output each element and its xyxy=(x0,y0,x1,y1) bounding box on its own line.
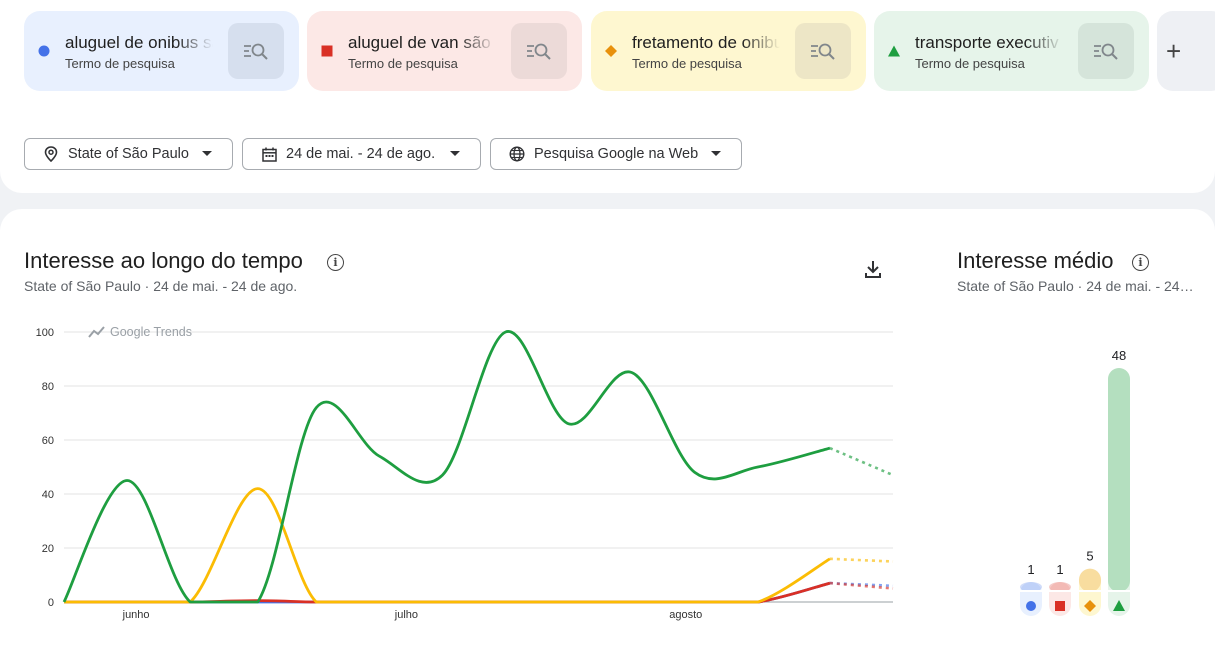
info-icon[interactable]: i xyxy=(327,254,344,271)
series-marker-square-icon xyxy=(321,44,333,57)
series-line xyxy=(62,330,831,604)
interest-over-time-chart: 0 20 40 60 80 100 junho julho agosto Google Trend… xyxy=(36,325,894,621)
search-term-card[interactable]: aluguel de van são p Termo de pesquisa xyxy=(307,11,582,91)
search-term-card[interactable]: transporte executiv Termo de pesquisa xyxy=(874,11,1149,91)
series-line-partial xyxy=(829,581,894,590)
text-fade xyxy=(175,31,220,55)
globe-icon xyxy=(509,146,525,162)
date-range-filter-label: 24 de mai. - 24 de ago. xyxy=(286,146,436,162)
info-icon[interactable]: i xyxy=(1132,254,1149,271)
text-fade xyxy=(458,31,503,55)
y-tick-label: 20 xyxy=(42,543,54,555)
google-trends-watermark: Google Trends xyxy=(110,325,192,339)
add-term-button[interactable]: + xyxy=(1157,11,1215,91)
search-term-type: Termo de pesquisa xyxy=(65,56,175,71)
text-fade xyxy=(1025,31,1070,55)
location-pin-icon xyxy=(43,146,59,162)
date-range-filter[interactable]: 24 de mai. - 24 de ago. xyxy=(242,138,481,170)
search-term-card[interactable]: fretamento de onibu Termo de pesquisa xyxy=(591,11,866,91)
x-tick-label: junho xyxy=(122,609,150,621)
y-tick-label: 60 xyxy=(42,435,54,447)
y-tick-label: 80 xyxy=(42,381,54,393)
average-bar xyxy=(1079,568,1101,592)
download-icon[interactable] xyxy=(863,259,883,279)
series-marker-square-icon xyxy=(1055,601,1065,611)
chevron-down-icon xyxy=(202,151,212,156)
series-line-partial xyxy=(829,557,894,563)
interest-over-time-subtitle: State of São Paulo · 24 de mai. - 24 de … xyxy=(24,278,298,294)
average-bar xyxy=(1108,368,1130,592)
y-tick-label: 0 xyxy=(48,597,54,609)
average-bar-value: 1 xyxy=(1056,562,1063,577)
explore-search-icon[interactable] xyxy=(228,23,284,79)
x-tick-label: julho xyxy=(394,609,418,621)
search-term-type: Termo de pesquisa xyxy=(632,56,742,71)
average-interest-subtitle: State of São Paulo · 24 de mai. - 24… xyxy=(957,278,1194,294)
chevron-down-icon xyxy=(450,151,460,156)
chevron-down-icon xyxy=(711,151,721,156)
location-filter[interactable]: State of São Paulo xyxy=(24,138,233,170)
average-bar-value: 1 xyxy=(1027,562,1034,577)
explore-search-icon[interactable] xyxy=(511,23,567,79)
series-marker-diamond-icon xyxy=(605,44,617,57)
y-tick-label: 100 xyxy=(36,327,54,339)
average-bar-value: 48 xyxy=(1112,348,1126,363)
search-property-filter[interactable]: Pesquisa Google na Web xyxy=(490,138,742,170)
average-interest-chart: 1 1 5 48 xyxy=(1020,348,1130,616)
series-line-partial xyxy=(829,446,894,477)
calendar-icon xyxy=(261,146,277,162)
text-fade xyxy=(742,31,787,55)
y-tick-label: 40 xyxy=(42,489,54,501)
search-term-type: Termo de pesquisa xyxy=(348,56,458,71)
search-property-filter-label: Pesquisa Google na Web xyxy=(534,146,699,162)
x-tick-label: agosto xyxy=(669,609,702,621)
average-bar-value: 5 xyxy=(1086,549,1093,564)
interest-over-time-title: Interesse ao longo do tempo xyxy=(24,248,303,273)
search-term-card[interactable]: aluguel de onibus sã Termo de pesquisa xyxy=(24,11,299,91)
explore-search-icon[interactable] xyxy=(795,23,851,79)
search-term-type: Termo de pesquisa xyxy=(915,56,1025,71)
location-filter-label: State of São Paulo xyxy=(68,146,189,162)
average-interest-title: Interesse médio xyxy=(957,248,1114,273)
series-marker-triangle-icon xyxy=(888,44,900,57)
explore-search-icon[interactable] xyxy=(1078,23,1134,79)
series-marker-circle-icon xyxy=(38,44,50,57)
series-marker-circle-icon xyxy=(1026,601,1036,611)
